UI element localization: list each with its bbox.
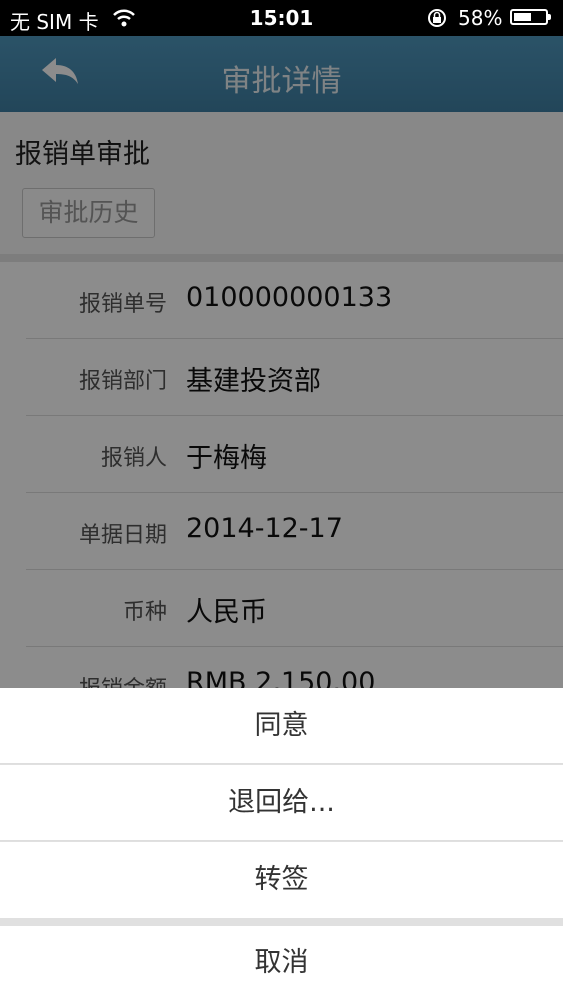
battery-icon [510,9,551,25]
rotation-lock-icon [426,7,448,34]
action-sheet: 同意 退回给... 转签 取消 [0,688,563,1000]
agree-button[interactable]: 同意 [0,688,563,764]
cancel-button[interactable]: 取消 [0,926,563,1000]
battery-percentage: 58% [458,6,503,30]
status-bar: 无 SIM 卡 15:01 58% [0,0,563,36]
transfer-button[interactable]: 转签 [0,842,563,918]
return-to-button[interactable]: 退回给... [0,765,563,841]
